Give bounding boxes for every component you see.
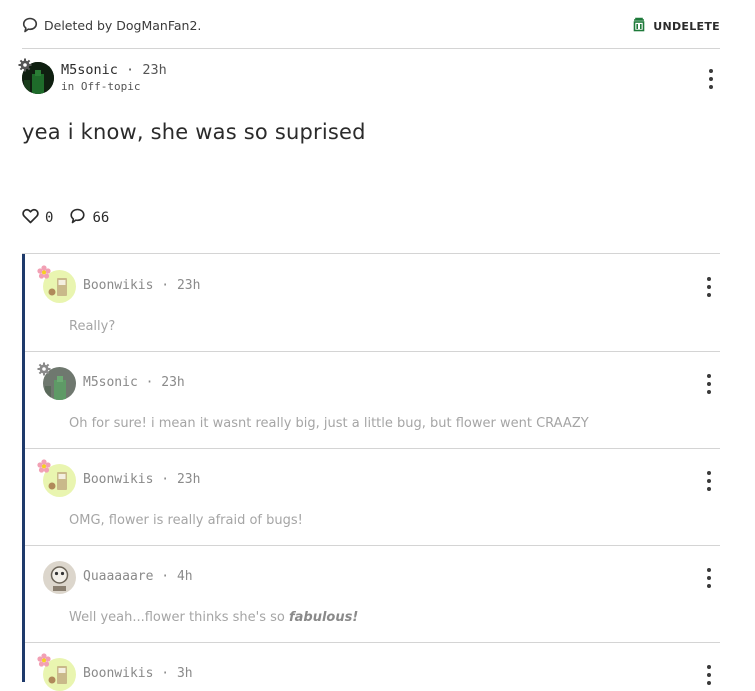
post-author-name[interactable]: M5sonic — [61, 62, 118, 78]
reply-timestamp: 23h — [176, 278, 201, 293]
reply-meta: Boonwikis · 23h — [83, 472, 200, 487]
like-count: 0 — [45, 210, 54, 226]
post-author-line: M5sonic · 23h — [61, 62, 167, 78]
header-divider — [22, 48, 720, 49]
reply-item: Boonwikis · 23h OMG, flower is really af… — [22, 448, 720, 545]
undelete-label: UNDELETE — [653, 19, 720, 33]
post-body-text: yea i know, she was so suprised — [22, 120, 366, 144]
reply-more-options-icon[interactable] — [704, 568, 714, 588]
deleted-notice-bar: Deleted by DogManFan2. UNDELETE — [22, 14, 720, 40]
reply-more-options-icon[interactable] — [704, 277, 714, 297]
reply-text: Oh for sure! i mean it wasnt really big,… — [69, 416, 589, 431]
reply-text-content: OMG, flower is really afraid of bugs! — [69, 513, 303, 528]
reply-timestamp: 23h — [176, 472, 201, 487]
reply-meta: M5sonic · 23h — [83, 375, 185, 390]
comment-button[interactable]: 66 — [69, 208, 109, 228]
post-more-options-icon[interactable] — [706, 69, 716, 89]
reply-item: M5sonic · 23h Oh for sure! i mean it was… — [22, 351, 720, 448]
undelete-icon — [631, 16, 647, 36]
reply-text: Really? — [69, 319, 115, 334]
gear-badge-icon — [37, 361, 51, 380]
reply-author-name[interactable]: Quaaaaare — [83, 569, 153, 584]
separator-dot: · — [161, 666, 170, 681]
reply-text-content: Really? — [69, 319, 116, 334]
reply-item: Boonwikis · 3h — [22, 642, 720, 691]
post-timestamp: 23h — [142, 62, 167, 78]
reply-timestamp: 3h — [176, 666, 193, 681]
comment-icon — [69, 208, 86, 228]
reply-author-name[interactable]: M5sonic — [83, 375, 138, 390]
reply-more-options-icon[interactable] — [704, 374, 714, 394]
reply-author-name[interactable]: Boonwikis — [83, 472, 153, 487]
separator-dot: · — [126, 62, 135, 78]
reply-more-options-icon[interactable] — [704, 665, 714, 685]
reply-text-content: Oh for sure! i mean it wasnt really big,… — [69, 416, 589, 431]
flower-badge-icon — [37, 458, 51, 477]
separator-dot: · — [161, 569, 170, 584]
undelete-button[interactable]: UNDELETE — [631, 16, 720, 36]
reply-more-options-icon[interactable] — [704, 471, 714, 491]
separator-dot: · — [161, 278, 170, 293]
separator-dot: · — [161, 472, 170, 487]
reply-timestamp: 4h — [176, 569, 193, 584]
deleted-by-text: Deleted by DogManFan2. — [44, 18, 202, 33]
flower-badge-icon — [37, 652, 51, 671]
comment-count: 66 — [92, 210, 110, 226]
reply-author-avatar[interactable] — [43, 561, 76, 594]
reply-meta: Quaaaaare · 4h — [83, 569, 193, 584]
reply-text: Well yeah...flower thinks she's so fabul… — [69, 610, 358, 625]
reply-timestamp: 23h — [161, 375, 185, 390]
post-community[interactable]: in Off-topic — [61, 80, 140, 93]
reply-author-name[interactable]: Boonwikis — [83, 278, 153, 293]
reply-text-emphasis: fabulous! — [288, 610, 359, 625]
separator-dot: · — [145, 375, 154, 390]
reply-item: Boonwikis · 23h Really? — [22, 254, 720, 351]
speech-bubble-icon — [22, 17, 38, 37]
reply-meta: Boonwikis · 23h — [83, 278, 200, 293]
heart-icon — [22, 208, 39, 228]
reply-author-name[interactable]: Boonwikis — [83, 666, 153, 681]
post-stats: 0 66 — [22, 208, 125, 228]
reply-text-content: Well yeah...flower thinks she's so — [69, 610, 289, 625]
flower-badge-icon — [37, 264, 51, 283]
reply-text: OMG, flower is really afraid of bugs! — [69, 513, 303, 528]
reply-meta: Boonwikis · 3h — [83, 666, 193, 681]
like-button[interactable]: 0 — [22, 208, 53, 228]
gear-badge-icon — [18, 57, 32, 76]
reply-item: Quaaaaare · 4h Well yeah...flower thinks… — [22, 545, 720, 642]
